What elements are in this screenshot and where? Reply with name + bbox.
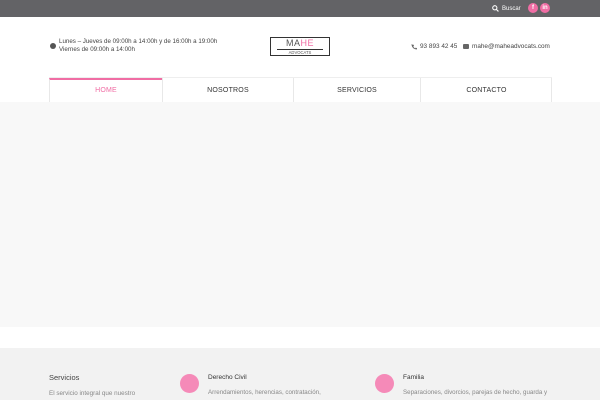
service-title-familia[interactable]: Familia bbox=[403, 374, 424, 381]
nav-divider bbox=[551, 78, 552, 103]
facebook-icon[interactable]: f bbox=[528, 3, 538, 13]
site-header: Lunes – Jueves de 09:00h a 14:00h y de 1… bbox=[0, 17, 600, 77]
derecho-civil-icon bbox=[180, 374, 199, 393]
linkedin-icon[interactable]: in bbox=[540, 3, 550, 13]
site-logo[interactable]: MAHE ADVOCATS bbox=[270, 37, 330, 56]
logo-ma: MA bbox=[285, 38, 301, 48]
logo-he: HE bbox=[300, 38, 314, 48]
email-address: mahe@maheadvocats.com bbox=[472, 43, 550, 50]
services-title: Servicios bbox=[49, 373, 80, 382]
envelope-icon bbox=[463, 44, 469, 49]
top-bar: Buscar f in bbox=[0, 0, 600, 17]
service-text-civil: Arrendamientos, herencias, contratación, bbox=[208, 389, 321, 396]
service-title-civil[interactable]: Derecho Civil bbox=[208, 374, 247, 381]
services-section: Servicios El servicio integral que nuest… bbox=[0, 348, 600, 400]
search-icon bbox=[492, 5, 499, 12]
phone-link[interactable]: 93 893 42 45 bbox=[411, 43, 457, 50]
hero-slider bbox=[0, 102, 600, 327]
phone-icon bbox=[411, 43, 417, 49]
nav-servicios[interactable]: SERVICIOS bbox=[293, 78, 420, 103]
nav-nosotros[interactable]: NOSOTROS bbox=[162, 78, 293, 103]
hours-line-1: Lunes – Jueves de 09:00h a 14:00h y de 1… bbox=[59, 38, 218, 45]
hours-line-2: Viernes de 09:00h a 14:00h bbox=[59, 46, 135, 53]
service-text-familia: Separaciones, divorcios, parejas de hech… bbox=[403, 389, 548, 396]
nav-contacto[interactable]: CONTACTO bbox=[420, 78, 552, 103]
nav-home[interactable]: HOME bbox=[49, 78, 162, 103]
search-button[interactable]: Buscar bbox=[492, 3, 521, 14]
phone-number: 93 893 42 45 bbox=[420, 43, 458, 50]
email-link[interactable]: mahe@maheadvocats.com bbox=[463, 43, 550, 50]
familia-icon bbox=[375, 374, 394, 393]
main-navigation: HOME NOSOTROS SERVICIOS CONTACTO bbox=[49, 77, 552, 103]
services-intro: El servicio integral que nuestro bbox=[49, 390, 136, 397]
clock-icon bbox=[50, 43, 56, 49]
search-label: Buscar bbox=[502, 5, 521, 12]
opening-hours: Lunes – Jueves de 09:00h a 14:00h y de 1… bbox=[50, 38, 217, 54]
logo-subtitle: ADVOCATS bbox=[277, 49, 323, 55]
